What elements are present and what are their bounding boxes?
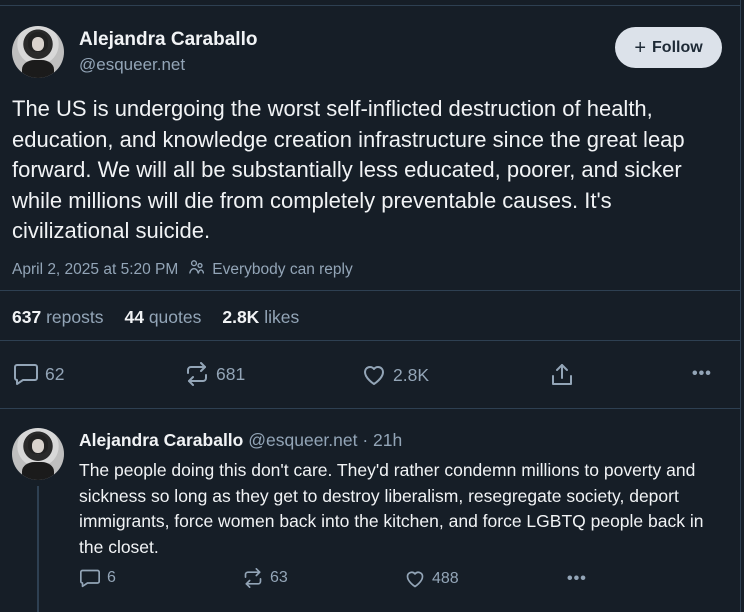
share-icon [552,364,572,385]
reply-time[interactable]: · 21h [362,430,402,450]
repost-count: 681 [216,363,246,384]
top-divider [0,0,741,6]
reply-reply-button[interactable]: 6 [79,568,116,588]
comment-icon [14,364,38,385]
post-timestamp[interactable]: April 2, 2025 at 5:20 PM [12,261,178,279]
repost-button[interactable]: 681 [184,362,245,386]
reply-author-avatar[interactable] [12,428,64,480]
reply-like-count: 488 [432,570,459,587]
more-icon: ••• [567,570,587,587]
post-text: The US is undergoing the worst self-infl… [12,96,685,243]
reply-repost-button[interactable]: 63 [242,568,288,588]
repost-icon [187,362,207,386]
reposts-stat[interactable]: 637 reposts [12,307,103,328]
comment-icon [80,569,100,588]
share-button[interactable] [549,362,575,388]
reply-like-button[interactable]: 488 [404,569,459,589]
reply-more-options-button[interactable]: ••• [567,570,587,588]
post-meta: April 2, 2025 at 5:20 PM Everybody can r… [12,258,353,281]
more-options-button[interactable]: ••• [692,365,712,383]
reply-text: The people doing this don't care. They'd… [79,460,704,557]
divider [0,408,741,409]
follow-button[interactable]: + Follow [615,27,722,68]
like-count: 2.8K [393,364,429,385]
reply-author-handle[interactable]: @esqueer.net [248,430,357,450]
reply-count: 62 [45,363,65,384]
reply-reply-count: 6 [107,569,116,586]
like-button[interactable]: 2.8K [361,363,429,387]
follow-button-label: Follow [652,38,703,56]
reply-button[interactable]: 62 [13,362,64,386]
reply-author-name[interactable]: Alejandra Caraballo [79,430,243,450]
likes-stat[interactable]: 2.8K likes [222,307,299,328]
divider [0,290,741,291]
author-display-name[interactable]: Alejandra Caraballo [79,29,257,51]
author-handle[interactable]: @esqueer.net [79,55,185,75]
divider [0,340,741,341]
heart-icon [364,366,384,385]
reply-header: Alejandra Caraballo @esqueer.net · 21h [79,430,402,451]
reply-repost-count: 63 [270,569,288,586]
post-stats: 637 reposts 44 quotes 2.8K likes [12,307,299,328]
author-avatar[interactable] [12,26,64,78]
reply-setting[interactable]: Everybody can reply [212,261,352,279]
thread-line [37,486,39,612]
more-icon: ••• [692,365,712,382]
people-icon [188,258,206,281]
repost-icon [244,568,262,588]
post-thread-view: Alejandra Caraballo @esqueer.net + Follo… [0,0,741,612]
quotes-stat[interactable]: 44 quotes [124,307,201,328]
plus-icon: + [634,36,647,59]
heart-icon [406,571,424,588]
